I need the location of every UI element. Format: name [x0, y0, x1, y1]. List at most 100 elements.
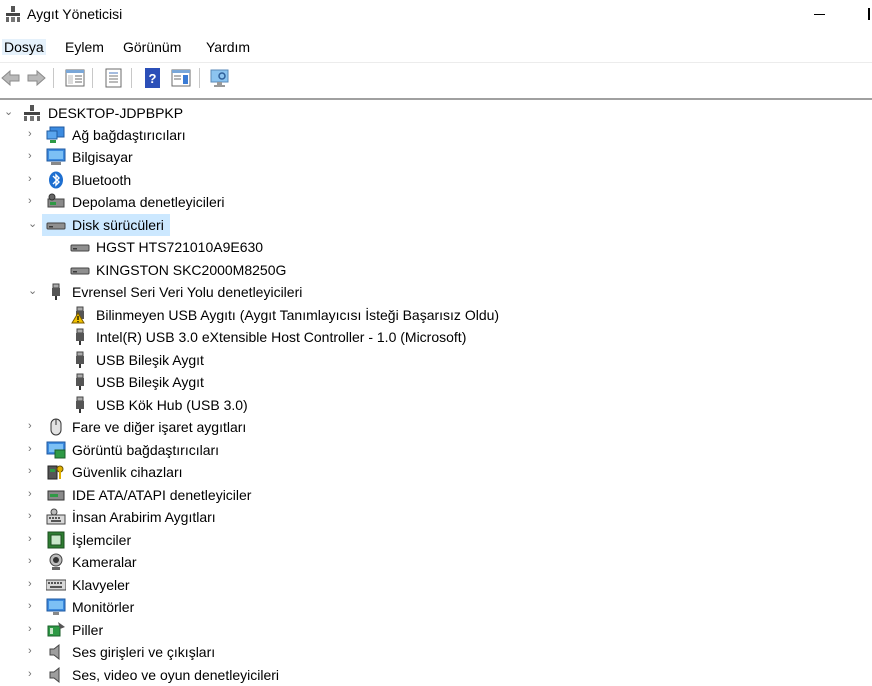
tree-item-usb-controllers[interactable]: ⌄ Evrensel Seri Veri Yolu denetleyiciler… [0, 281, 872, 303]
tree-item-usb-root-hub[interactable]: USB Kök Hub (USB 3.0) [0, 394, 872, 416]
computer-root-icon [24, 105, 40, 121]
tree-item-audio-io[interactable]: › Ses girişleri ve çıkışları [0, 641, 872, 663]
tree-item-label: KINGSTON SKC2000M8250G [96, 262, 287, 278]
tree-item-label: Disk sürücüleri [72, 217, 164, 233]
tree-item-computer[interactable]: › Bilgisayar [0, 146, 872, 168]
mouse-icon [50, 418, 62, 436]
tree-item-label: Güvenlik cihazları [72, 464, 183, 480]
tree-item-disk-drives[interactable]: ⌄ Disk sürücüleri [0, 214, 872, 236]
tree-item-disk-hgst[interactable]: HGST HTS721010A9E630 [0, 236, 872, 258]
tree-item-storage-controllers[interactable]: › Depolama denetleyicileri [0, 191, 872, 213]
title-bar: Aygıt Yöneticisi [0, 0, 872, 30]
tree-item-label: Evrensel Seri Veri Yolu denetleyicileri [72, 284, 303, 300]
chevron-right-icon[interactable]: › [28, 645, 38, 657]
chevron-right-icon[interactable]: › [28, 420, 38, 432]
processor-icon [47, 531, 65, 549]
tree-item-label: Ses girişleri ve çıkışları [72, 644, 216, 660]
usb-plug-icon [76, 351, 84, 368]
tree-item-display-adapters[interactable]: › Görüntü bağdaştırıcıları [0, 439, 872, 461]
tree-item-usb-composite-1[interactable]: USB Bileşik Aygıt [0, 349, 872, 371]
tree-item-sound-video-game[interactable]: › Ses, video ve oyun denetleyicileri [0, 664, 872, 686]
tree-item-label: İnsan Arabirim Aygıtları [72, 509, 216, 525]
action-pane-icon[interactable] [170, 67, 192, 89]
sound-controller-icon [49, 666, 60, 684]
tree-item-label: IDE ATA/ATAPI denetleyiciler [72, 487, 252, 503]
camera-icon [49, 553, 63, 570]
tree-item-batteries[interactable]: › Piller [0, 619, 872, 641]
chevron-right-icon[interactable]: › [28, 488, 38, 500]
tree-item-bluetooth[interactable]: › Bluetooth [0, 169, 872, 191]
chevron-right-icon[interactable]: › [28, 668, 38, 680]
menu-eylem[interactable]: Eylem [63, 39, 106, 55]
tree-item-label: Bluetooth [72, 172, 132, 188]
scan-hardware-icon[interactable] [209, 67, 231, 89]
tree-item-mice[interactable]: › Fare ve diğer işaret aygıtları [0, 416, 872, 438]
menu-gorunum[interactable]: Görünüm [121, 39, 183, 55]
tree-item-label: Piller [72, 622, 104, 638]
tree-item-label: Depolama denetleyicileri [72, 194, 225, 210]
menu-dosya[interactable]: Dosya [2, 39, 46, 55]
help-icon[interactable]: ? [142, 67, 164, 89]
chevron-right-icon[interactable]: › [28, 150, 38, 162]
tree-item-disk-kingston[interactable]: KINGSTON SKC2000M8250G [0, 259, 872, 281]
chevron-down-icon[interactable]: ⌄ [28, 285, 38, 297]
show-hide-console-tree-icon[interactable] [64, 67, 86, 89]
storage-controller-icon [47, 193, 65, 208]
toolbar-separator [53, 68, 54, 88]
chevron-down-icon[interactable]: ⌄ [4, 106, 14, 118]
security-device-icon [47, 465, 64, 480]
chevron-right-icon[interactable]: › [28, 128, 38, 140]
tree-item-label: Fare ve diğer işaret aygıtları [72, 419, 247, 435]
chevron-right-icon[interactable]: › [28, 555, 38, 567]
chevron-right-icon[interactable]: › [28, 173, 38, 185]
chevron-right-icon[interactable]: › [28, 578, 38, 590]
tree-item-label: Kameralar [72, 554, 137, 570]
hid-icon [46, 508, 66, 525]
device-tree[interactable]: ⌄ DESKTOP-JDPBPKP › Ağ bağdaştırıcıları … [0, 100, 872, 684]
usb-plug-icon [52, 283, 60, 300]
chevron-right-icon[interactable]: › [28, 533, 38, 545]
chevron-right-icon[interactable]: › [28, 465, 38, 477]
tree-item-label: HGST HTS721010A9E630 [96, 239, 264, 255]
computer-icon [46, 148, 66, 165]
maximize-button[interactable] [868, 8, 870, 20]
chevron-right-icon[interactable]: › [28, 195, 38, 207]
tree-item-cameras[interactable]: › Kameralar [0, 551, 872, 573]
usb-plug-icon [76, 396, 84, 413]
chevron-right-icon[interactable]: › [28, 623, 38, 635]
chevron-down-icon[interactable]: ⌄ [28, 218, 38, 230]
chevron-right-icon[interactable]: › [28, 443, 38, 455]
menu-yardim[interactable]: Yardım [204, 39, 252, 55]
properties-icon[interactable] [103, 67, 125, 89]
tree-item-network-adapters[interactable]: › Ağ bağdaştırıcıları [0, 124, 872, 146]
back-icon[interactable] [0, 67, 22, 89]
tree-item-usb-unknown[interactable]: Bilinmeyen USB Aygıtı (Aygıt Tanımlayıcı… [0, 304, 872, 326]
display-adapter-icon [46, 441, 66, 459]
disk-drive-icon [70, 267, 90, 275]
tree-item-label: Klavyeler [72, 577, 130, 593]
tree-item-usb-composite-2[interactable]: USB Bileşik Aygıt [0, 371, 872, 393]
keyboard-icon [46, 579, 66, 591]
tree-item-ide-controllers[interactable]: › IDE ATA/ATAPI denetleyiciler [0, 484, 872, 506]
tree-item-usb-intel-host[interactable]: Intel(R) USB 3.0 eXtensible Host Control… [0, 326, 872, 348]
tree-item-processors[interactable]: › İşlemciler [0, 529, 872, 551]
tree-item-security-devices[interactable]: › Güvenlik cihazları [0, 461, 872, 483]
tree-item-label: Bilgisayar [72, 149, 133, 165]
tree-item-hid[interactable]: › İnsan Arabirim Aygıtları [0, 506, 872, 528]
chevron-right-icon[interactable]: › [28, 510, 38, 522]
minimize-button[interactable] [806, 0, 834, 30]
tree-item-monitors[interactable]: › Monitörler [0, 596, 872, 618]
tree-item-keyboards[interactable]: › Klavyeler [0, 574, 872, 596]
device-manager-icon [6, 6, 20, 22]
tree-item-label: Ağ bağdaştırıcıları [72, 127, 186, 143]
monitor-icon [46, 598, 66, 615]
usb-plug-icon [76, 373, 84, 390]
forward-icon[interactable] [25, 67, 47, 89]
tree-root[interactable]: ⌄ DESKTOP-JDPBPKP [0, 102, 872, 124]
chevron-right-icon[interactable]: › [28, 600, 38, 612]
bluetooth-icon [49, 171, 63, 189]
tree-item-label: USB Kök Hub (USB 3.0) [96, 397, 248, 413]
usb-warning-icon [71, 306, 85, 324]
window-title: Aygıt Yöneticisi [27, 6, 123, 22]
toolbar-separator [199, 68, 200, 88]
